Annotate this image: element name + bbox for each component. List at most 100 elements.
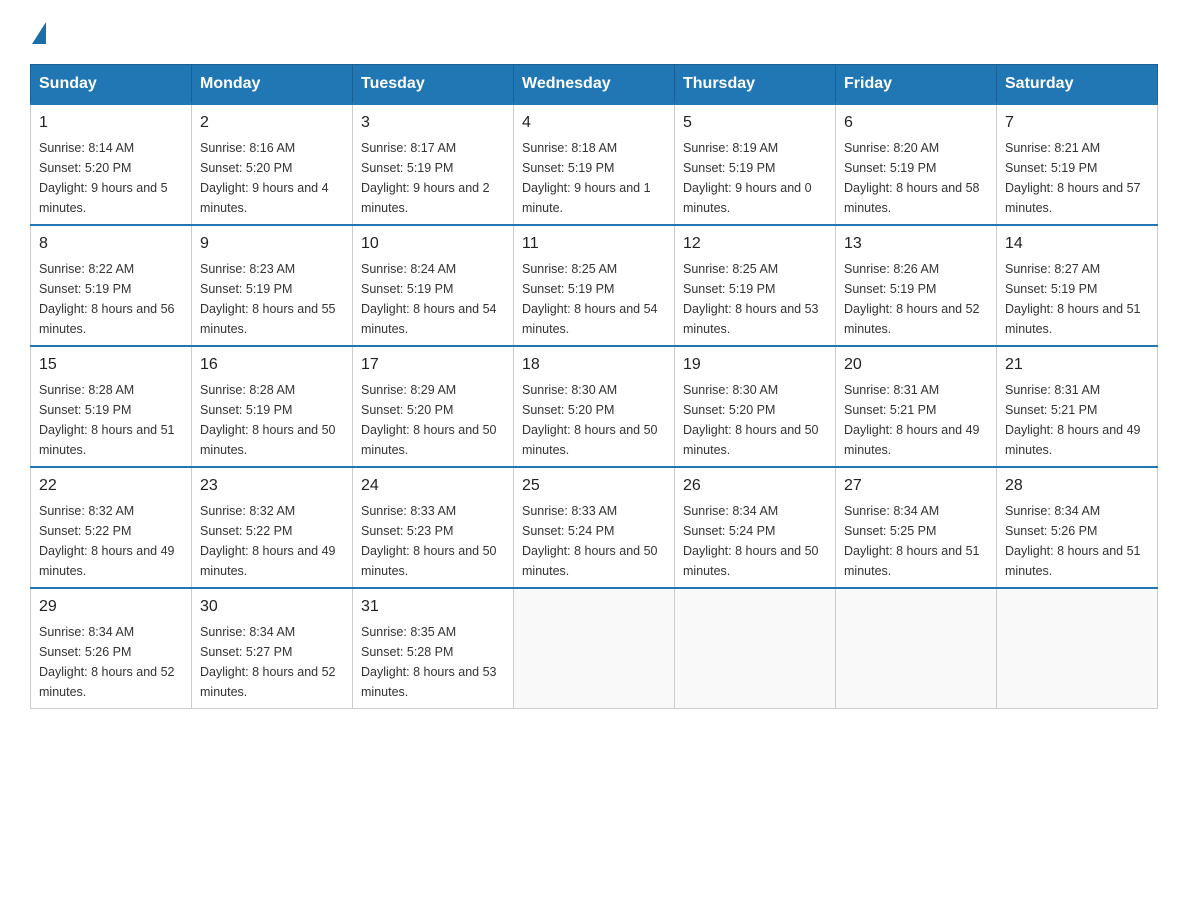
day-info: Sunrise: 8:31 AMSunset: 5:21 PMDaylight:…: [1005, 380, 1149, 460]
calendar-cell: 26 Sunrise: 8:34 AMSunset: 5:24 PMDayligh…: [675, 467, 836, 588]
day-number: 30: [200, 595, 344, 619]
calendar-cell: 31 Sunrise: 8:35 AMSunset: 5:28 PMDayligh…: [353, 588, 514, 709]
calendar-cell: 13 Sunrise: 8:26 AMSunset: 5:19 PMDayligh…: [836, 225, 997, 346]
day-number: 10: [361, 232, 505, 256]
day-number: 6: [844, 111, 988, 135]
calendar-cell: 20 Sunrise: 8:31 AMSunset: 5:21 PMDayligh…: [836, 346, 997, 467]
day-number: 23: [200, 474, 344, 498]
day-info: Sunrise: 8:25 AMSunset: 5:19 PMDaylight:…: [522, 259, 666, 339]
day-info: Sunrise: 8:18 AMSunset: 5:19 PMDaylight:…: [522, 138, 666, 218]
calendar-cell: [836, 588, 997, 709]
calendar-cell: [675, 588, 836, 709]
calendar-cell: 3 Sunrise: 8:17 AMSunset: 5:19 PMDaylight…: [353, 104, 514, 225]
day-number: 14: [1005, 232, 1149, 256]
calendar-cell: 9 Sunrise: 8:23 AMSunset: 5:19 PMDaylight…: [192, 225, 353, 346]
calendar-cell: 30Sunrise: 8:34 AMSunset: 5:27 PMDayligh…: [192, 588, 353, 709]
calendar-cell: 10 Sunrise: 8:24 AMSunset: 5:19 PMDayligh…: [353, 225, 514, 346]
day-number: 28: [1005, 474, 1149, 498]
day-number: 4: [522, 111, 666, 135]
calendar-header-thursday: Thursday: [675, 65, 836, 105]
logo: [30, 20, 46, 44]
day-info: Sunrise: 8:34 AMSunset: 5:26 PMDaylight:…: [39, 622, 183, 702]
calendar-cell: [514, 588, 675, 709]
day-info: Sunrise: 8:33 AMSunset: 5:23 PMDaylight:…: [361, 501, 505, 581]
week-row-3: 15 Sunrise: 8:28 AMSunset: 5:19 PMDayligh…: [31, 346, 1158, 467]
day-info: Sunrise: 8:30 AMSunset: 5:20 PMDaylight:…: [683, 380, 827, 460]
calendar-cell: 5 Sunrise: 8:19 AMSunset: 5:19 PMDaylight…: [675, 104, 836, 225]
day-number: 12: [683, 232, 827, 256]
day-info: Sunrise: 8:34 AMSunset: 5:26 PMDaylight:…: [1005, 501, 1149, 581]
calendar-cell: 16 Sunrise: 8:28 AMSunset: 5:19 PMDayligh…: [192, 346, 353, 467]
day-info: Sunrise: 8:32 AMSunset: 5:22 PMDaylight:…: [39, 501, 183, 581]
calendar-cell: 19 Sunrise: 8:30 AMSunset: 5:20 PMDayligh…: [675, 346, 836, 467]
day-info: Sunrise: 8:28 AMSunset: 5:19 PMDaylight:…: [200, 380, 344, 460]
calendar-cell: 8 Sunrise: 8:22 AMSunset: 5:19 PMDaylight…: [31, 225, 192, 346]
day-info: Sunrise: 8:33 AMSunset: 5:24 PMDaylight:…: [522, 501, 666, 581]
day-info: Sunrise: 8:26 AMSunset: 5:19 PMDaylight:…: [844, 259, 988, 339]
day-number: 26: [683, 474, 827, 498]
calendar-cell: 25 Sunrise: 8:33 AMSunset: 5:24 PMDayligh…: [514, 467, 675, 588]
day-number: 20: [844, 353, 988, 377]
calendar-cell: 1 Sunrise: 8:14 AMSunset: 5:20 PMDaylight…: [31, 104, 192, 225]
day-number: 29: [39, 595, 183, 619]
day-number: 13: [844, 232, 988, 256]
calendar-header-sunday: Sunday: [31, 65, 192, 105]
day-number: 27: [844, 474, 988, 498]
day-info: Sunrise: 8:27 AMSunset: 5:19 PMDaylight:…: [1005, 259, 1149, 339]
logo-triangle-icon: [32, 22, 46, 44]
day-info: Sunrise: 8:32 AMSunset: 5:22 PMDaylight:…: [200, 501, 344, 581]
page-header: [30, 20, 1158, 44]
day-number: 2: [200, 111, 344, 135]
calendar-cell: 11 Sunrise: 8:25 AMSunset: 5:19 PMDayligh…: [514, 225, 675, 346]
calendar-table: SundayMondayTuesdayWednesdayThursdayFrid…: [30, 64, 1158, 709]
calendar-cell: 6 Sunrise: 8:20 AMSunset: 5:19 PMDaylight…: [836, 104, 997, 225]
day-number: 11: [522, 232, 666, 256]
day-info: Sunrise: 8:16 AMSunset: 5:20 PMDaylight:…: [200, 138, 344, 218]
calendar-cell: 2 Sunrise: 8:16 AMSunset: 5:20 PMDaylight…: [192, 104, 353, 225]
day-number: 3: [361, 111, 505, 135]
day-info: Sunrise: 8:14 AMSunset: 5:20 PMDaylight:…: [39, 138, 183, 218]
calendar-header-friday: Friday: [836, 65, 997, 105]
day-number: 5: [683, 111, 827, 135]
calendar-cell: 14 Sunrise: 8:27 AMSunset: 5:19 PMDayligh…: [997, 225, 1158, 346]
day-number: 7: [1005, 111, 1149, 135]
day-number: 8: [39, 232, 183, 256]
week-row-5: 29 Sunrise: 8:34 AMSunset: 5:26 PMDayligh…: [31, 588, 1158, 709]
day-info: Sunrise: 8:17 AMSunset: 5:19 PMDaylight:…: [361, 138, 505, 218]
day-number: 19: [683, 353, 827, 377]
day-info: Sunrise: 8:23 AMSunset: 5:19 PMDaylight:…: [200, 259, 344, 339]
day-number: 25: [522, 474, 666, 498]
calendar-cell: 21 Sunrise: 8:31 AMSunset: 5:21 PMDayligh…: [997, 346, 1158, 467]
calendar-cell: 28 Sunrise: 8:34 AMSunset: 5:26 PMDayligh…: [997, 467, 1158, 588]
day-number: 9: [200, 232, 344, 256]
calendar-cell: 15 Sunrise: 8:28 AMSunset: 5:19 PMDayligh…: [31, 346, 192, 467]
day-info: Sunrise: 8:28 AMSunset: 5:19 PMDaylight:…: [39, 380, 183, 460]
calendar-cell: 29 Sunrise: 8:34 AMSunset: 5:26 PMDayligh…: [31, 588, 192, 709]
calendar-cell: 27 Sunrise: 8:34 AMSunset: 5:25 PMDayligh…: [836, 467, 997, 588]
week-row-2: 8 Sunrise: 8:22 AMSunset: 5:19 PMDaylight…: [31, 225, 1158, 346]
day-number: 17: [361, 353, 505, 377]
day-number: 21: [1005, 353, 1149, 377]
day-number: 16: [200, 353, 344, 377]
day-info: Sunrise: 8:35 AMSunset: 5:28 PMDaylight:…: [361, 622, 505, 702]
day-info: Sunrise: 8:31 AMSunset: 5:21 PMDaylight:…: [844, 380, 988, 460]
day-info: Sunrise: 8:24 AMSunset: 5:19 PMDaylight:…: [361, 259, 505, 339]
day-info: Sunrise: 8:30 AMSunset: 5:20 PMDaylight:…: [522, 380, 666, 460]
calendar-cell: 12Sunrise: 8:25 AMSunset: 5:19 PMDayligh…: [675, 225, 836, 346]
day-info: Sunrise: 8:20 AMSunset: 5:19 PMDaylight:…: [844, 138, 988, 218]
day-info: Sunrise: 8:29 AMSunset: 5:20 PMDaylight:…: [361, 380, 505, 460]
calendar-cell: 7Sunrise: 8:21 AMSunset: 5:19 PMDaylight…: [997, 104, 1158, 225]
day-number: 22: [39, 474, 183, 498]
day-info: Sunrise: 8:19 AMSunset: 5:19 PMDaylight:…: [683, 138, 827, 218]
day-info: Sunrise: 8:22 AMSunset: 5:19 PMDaylight:…: [39, 259, 183, 339]
day-number: 15: [39, 353, 183, 377]
day-number: 31: [361, 595, 505, 619]
day-info: Sunrise: 8:34 AMSunset: 5:24 PMDaylight:…: [683, 501, 827, 581]
calendar-cell: 17 Sunrise: 8:29 AMSunset: 5:20 PMDayligh…: [353, 346, 514, 467]
calendar-cell: 24 Sunrise: 8:33 AMSunset: 5:23 PMDayligh…: [353, 467, 514, 588]
day-number: 1: [39, 111, 183, 135]
day-number: 18: [522, 353, 666, 377]
day-info: Sunrise: 8:34 AMSunset: 5:25 PMDaylight:…: [844, 501, 988, 581]
calendar-header-tuesday: Tuesday: [353, 65, 514, 105]
day-number: 24: [361, 474, 505, 498]
